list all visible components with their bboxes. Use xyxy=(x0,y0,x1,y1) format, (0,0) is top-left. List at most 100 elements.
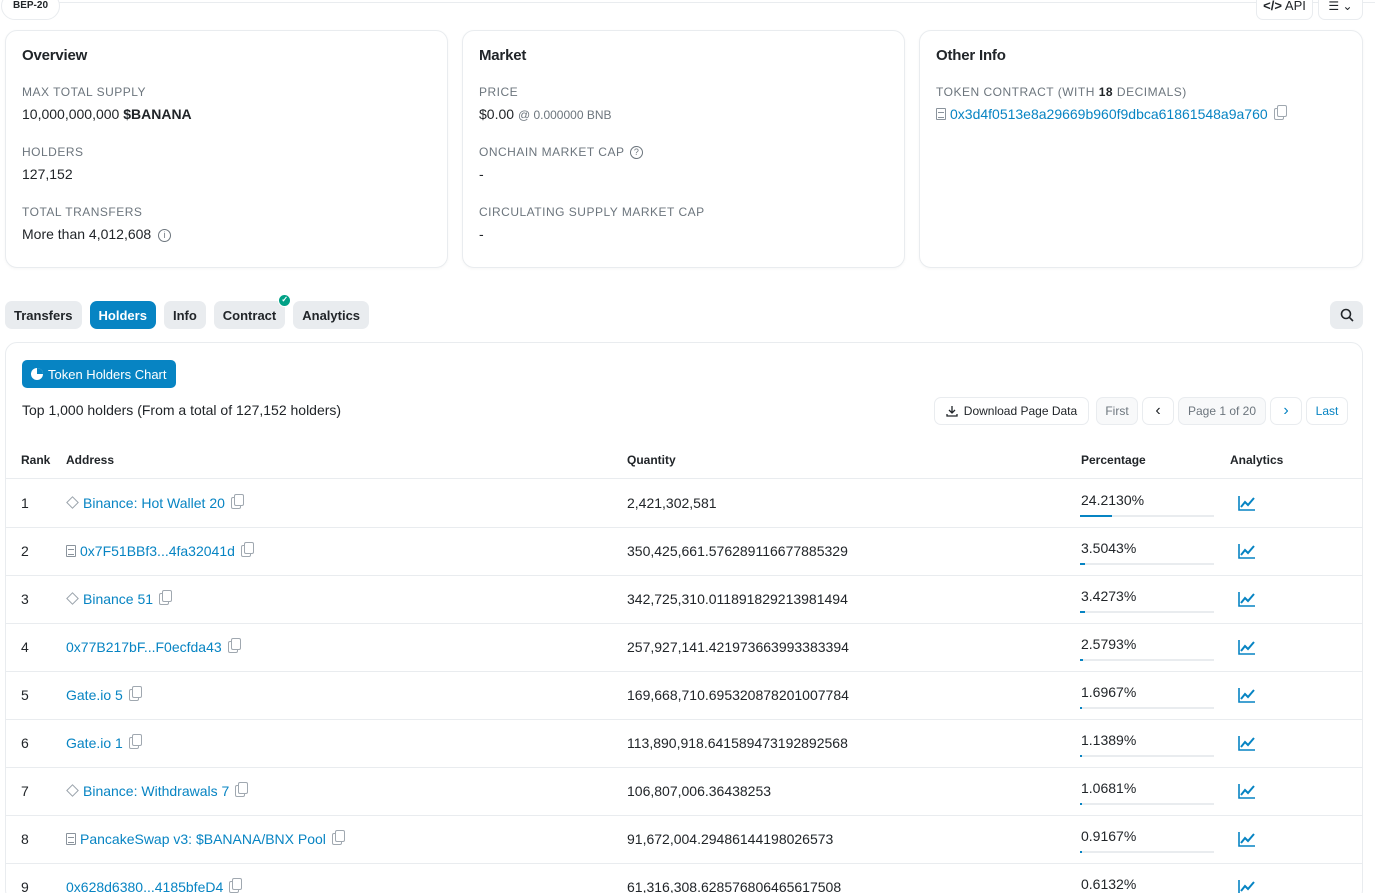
token-holders-chart-button[interactable]: Token Holders Chart xyxy=(22,360,176,388)
copy-icon[interactable] xyxy=(128,686,142,701)
table-row: 9 0x628d6380...4185bfeD4 61,316,308.628576… xyxy=(6,864,1362,893)
holders-value: 127,152 xyxy=(22,166,73,182)
download-icon xyxy=(946,406,958,417)
tab-info[interactable]: Info xyxy=(163,301,206,329)
table-row: 3 Binance 51 342,725,310.01189182921398149… xyxy=(6,576,1362,624)
analytics-chart-icon[interactable] xyxy=(1238,783,1256,802)
row-address: Binance: Withdrawals 7 xyxy=(66,782,249,799)
holder-address-link[interactable]: 0x628d6380...4185bfeD4 xyxy=(66,879,223,893)
copy-icon[interactable] xyxy=(235,782,249,797)
chart-button-label: Token Holders Chart xyxy=(48,366,167,382)
analytics-chart-icon[interactable] xyxy=(1238,591,1256,610)
percentage-bar xyxy=(1080,851,1214,853)
percentage-bar-fill xyxy=(1080,707,1083,709)
percentage-bar xyxy=(1080,707,1214,709)
row-percentage: 1.6967% xyxy=(1081,684,1137,700)
analytics-chart-icon[interactable] xyxy=(1238,831,1256,850)
max-supply-label: MAX TOTAL SUPPLY xyxy=(22,85,147,99)
token-tabs: Transfers Holders Info Contract ✓ Analyt… xyxy=(5,294,370,329)
next-page-button[interactable]: › xyxy=(1270,397,1302,425)
help-icon[interactable]: ? xyxy=(630,146,644,160)
holder-address-link[interactable]: 0x77B217bF...F0ecfda43 xyxy=(66,639,222,655)
holder-address-link[interactable]: Gate.io 1 xyxy=(66,735,123,751)
analytics-chart-icon[interactable] xyxy=(1238,495,1256,514)
copy-icon[interactable] xyxy=(227,638,241,653)
row-rank: 9 xyxy=(21,879,29,893)
price-bnb: @ 0.000000 BNB xyxy=(517,108,612,122)
row-rank: 3 xyxy=(21,591,29,607)
last-page-button[interactable]: Last xyxy=(1306,397,1348,425)
holder-address-link[interactable]: Gate.io 5 xyxy=(66,687,123,703)
analytics-chart-icon[interactable] xyxy=(1238,687,1256,706)
download-label: Download Page Data xyxy=(963,404,1078,418)
percentage-bar xyxy=(1080,611,1214,613)
row-percentage: 2.5793% xyxy=(1081,636,1137,652)
circ-mcap-label: CIRCULATING SUPPLY MARKET CAP xyxy=(479,205,705,219)
copy-icon[interactable] xyxy=(128,734,142,749)
percentage-bar-fill xyxy=(1080,515,1113,517)
table-row: 4 0x77B217bF...F0ecfda43 257,927,141.42197… xyxy=(6,624,1362,672)
percentage-bar-fill xyxy=(1080,611,1085,613)
row-percentage: 0.6132% xyxy=(1081,876,1137,892)
row-address: Binance 51 xyxy=(66,590,173,607)
row-rank: 5 xyxy=(21,687,29,703)
percentage-bar xyxy=(1080,803,1214,805)
copy-icon[interactable] xyxy=(331,830,345,845)
row-address: 0x628d6380...4185bfeD4 xyxy=(66,878,243,893)
mcap-label-wrap: ONCHAIN MARKET CAP ? xyxy=(479,145,644,160)
row-percentage: 1.0681% xyxy=(1081,780,1137,796)
holder-address-link[interactable]: PancakeSwap v3: $BANANA/BNX Pool xyxy=(80,831,326,847)
analytics-chart-icon[interactable] xyxy=(1238,543,1256,562)
copy-icon[interactable] xyxy=(1273,105,1287,120)
tab-contract-label: Contract xyxy=(222,307,277,323)
info-icon[interactable]: i xyxy=(158,228,172,242)
api-button[interactable]: </> API xyxy=(1256,0,1313,20)
download-page-data-button[interactable]: Download Page Data xyxy=(934,397,1089,425)
row-rank: 4 xyxy=(21,639,29,655)
percentage-bar xyxy=(1080,563,1214,565)
holder-address-link[interactable]: 0x7F51BBf3...4fa32041d xyxy=(80,543,235,559)
diamond-icon xyxy=(66,592,79,605)
row-quantity: 113,890,918.641589473192892568 xyxy=(627,735,848,751)
tab-analytics[interactable]: Analytics xyxy=(293,301,370,329)
tab-transfers[interactable]: Transfers xyxy=(5,301,82,329)
search-button[interactable] xyxy=(1330,301,1363,329)
row-percentage: 0.9167% xyxy=(1081,828,1137,844)
row-address: Gate.io 1 xyxy=(66,734,142,751)
analytics-chart-icon[interactable] xyxy=(1238,735,1256,754)
row-quantity: 2,421,302,581 xyxy=(627,495,717,511)
tab-holders[interactable]: Holders xyxy=(89,301,156,329)
table-row: 2 0x7F51BBf3...4fa32041d 350,425,661.57628… xyxy=(6,528,1362,576)
holders-card: Token Holders Chart Top 1,000 holders (F… xyxy=(5,342,1363,893)
prev-page-button[interactable]: ‹ xyxy=(1142,397,1174,425)
list-icon: ☰ ⌄ xyxy=(1328,0,1353,13)
row-percentage: 24.2130% xyxy=(1081,492,1145,508)
copy-icon[interactable] xyxy=(230,494,244,509)
holder-address-link[interactable]: Binance: Withdrawals 7 xyxy=(83,783,229,799)
percentage-bar-fill xyxy=(1080,803,1082,805)
transfers-label: TOTAL TRANSFERS xyxy=(22,205,143,219)
holder-address-link[interactable]: Binance 51 xyxy=(83,591,153,607)
col-quantity: Quantity xyxy=(627,453,676,467)
copy-icon[interactable] xyxy=(159,590,173,605)
analytics-chart-icon[interactable] xyxy=(1238,879,1256,893)
table-row: 8 PancakeSwap v3: $BANANA/BNX Pool 91,672,… xyxy=(6,816,1362,864)
table-row: 7 Binance: Withdrawals 7 106,807,006.36438… xyxy=(6,768,1362,816)
col-analytics: Analytics xyxy=(1230,453,1284,467)
token-standard-badge: BEP-20 xyxy=(1,0,61,20)
view-options-button[interactable]: ☰ ⌄ xyxy=(1318,0,1363,20)
table-header: Rank Address Quantity Percentage Analyti… xyxy=(6,453,1362,479)
holder-address-link[interactable]: Binance: Hot Wallet 20 xyxy=(83,495,225,511)
col-address: Address xyxy=(66,453,115,467)
col-rank: Rank xyxy=(21,453,51,467)
first-page-button[interactable]: First xyxy=(1096,397,1138,425)
contract-address-link[interactable]: 0x3d4f0513e8a29669b960f9dbca61861548a9a7… xyxy=(950,106,1268,122)
contract-label: TOKEN CONTRACT (WITH 18 DECIMALS) xyxy=(936,85,1187,99)
copy-icon[interactable] xyxy=(229,878,243,893)
mcap-label: ONCHAIN MARKET CAP xyxy=(479,145,625,159)
analytics-chart-icon[interactable] xyxy=(1238,639,1256,658)
copy-icon[interactable] xyxy=(240,542,254,557)
table-row: 1 Binance: Hot Wallet 20 2,421,302,581 24.2… xyxy=(6,480,1362,528)
price-value-wrap: $0.00 @ 0.000000 BNB xyxy=(479,106,612,122)
tab-contract[interactable]: Contract ✓ xyxy=(213,294,292,329)
